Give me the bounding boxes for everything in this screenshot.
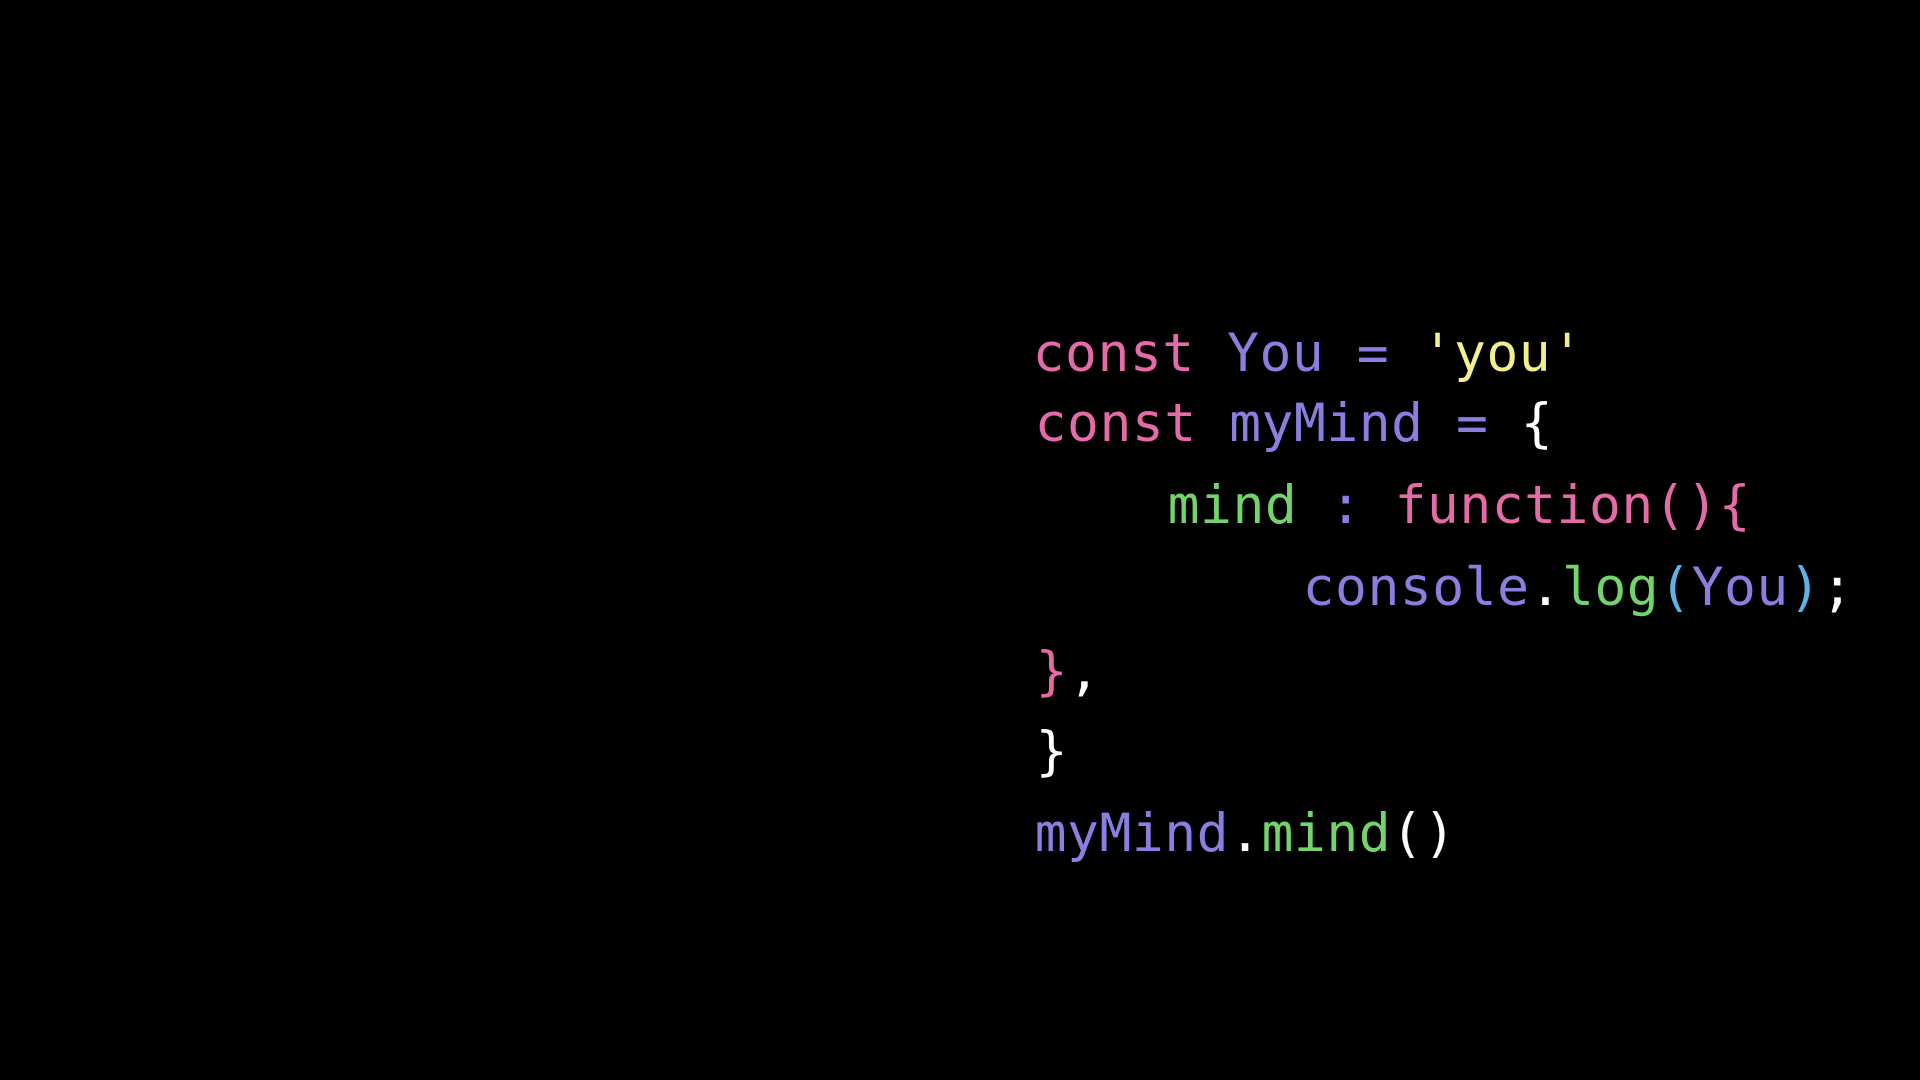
token: myMind [1034,803,1230,864]
token: , [1068,641,1101,702]
code-line-call-mind: myMind.mind() [905,738,1456,930]
token: ; [1821,557,1854,618]
token: mind [1261,803,1392,864]
token: You [1691,557,1789,618]
token: log [1561,557,1660,618]
token: console [1302,557,1530,618]
code-canvas: const You = 'you' const myMind = { mind … [0,0,1920,1080]
token: . [1229,803,1262,864]
token: ( [1659,557,1692,618]
token: . [1529,557,1562,618]
token: () [1391,803,1456,864]
token: ) [1788,557,1822,618]
code-line-console-log: console.log(You); [1173,492,1854,684]
